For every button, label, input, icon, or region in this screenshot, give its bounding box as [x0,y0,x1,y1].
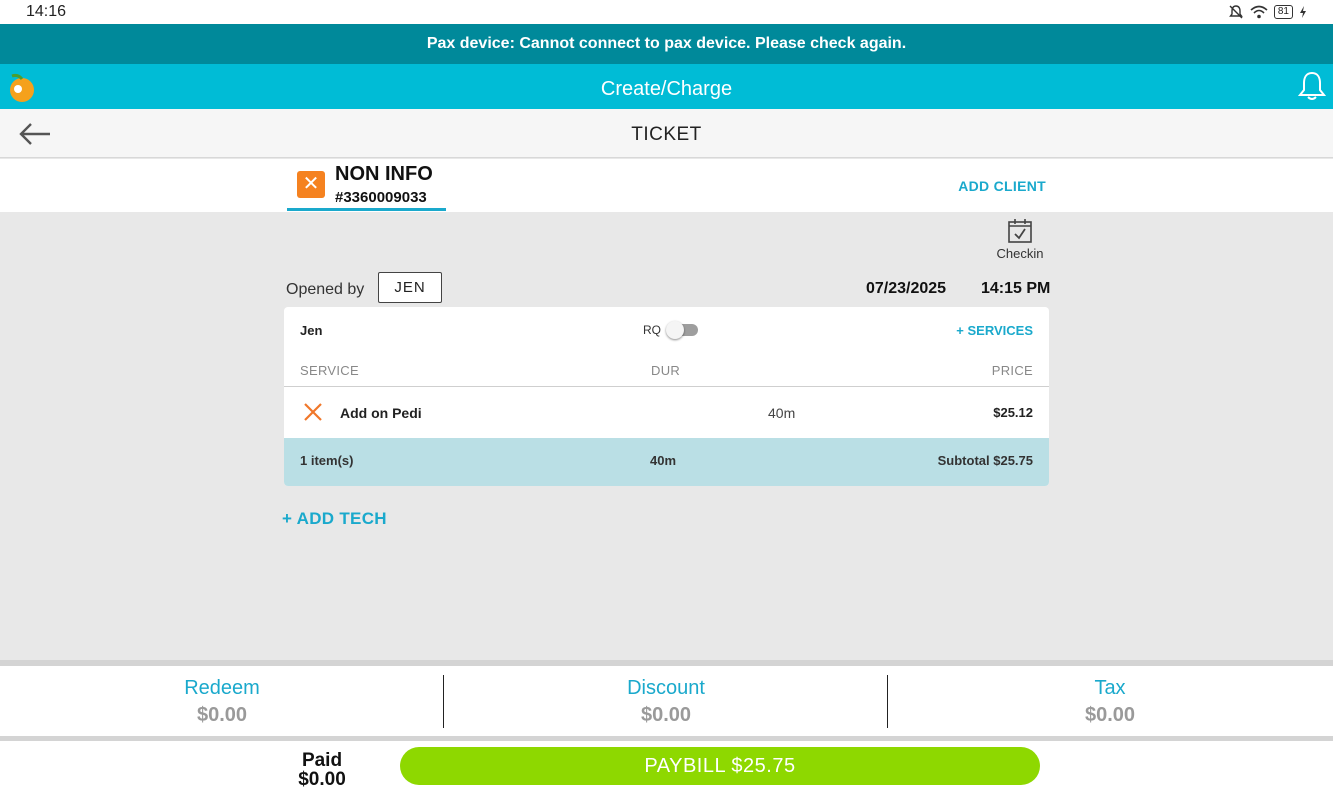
tax-label: Tax [1094,677,1126,699]
service-name: Add on Pedi [340,405,422,421]
tax-section[interactable]: Tax $0.00 [888,666,1332,736]
wifi-icon [1250,5,1268,19]
ticket-date: 07/23/2025 [866,280,947,297]
rq-toggle[interactable] [666,321,700,339]
page-title: TICKET [631,124,702,145]
client-tab[interactable]: ✕ NON INFO #3360009033 [287,159,446,211]
paid-value: $0.00 [298,769,346,790]
status-time: 14:16 [26,3,67,20]
service-price: $25.12 [993,405,1033,420]
redeem-label: Redeem [184,677,260,699]
ticket-header: TICKET [0,109,1333,158]
redeem-section[interactable]: Redeem $0.00 [0,666,444,736]
status-bar: 14:16 81 [0,0,1333,24]
silent-icon [1228,5,1243,19]
service-duration: 40m [768,405,796,421]
payment-bar: Paid $0.00 PAYBILL $25.75 [0,741,1333,800]
total-duration: 40m [650,453,677,468]
bell-icon[interactable] [1297,70,1327,107]
client-number: #3360009033 [335,189,427,206]
discount-section[interactable]: Discount $0.00 [444,666,888,736]
opened-by-button[interactable]: JEN [378,272,442,303]
tech-name[interactable]: Jen [300,323,322,338]
battery-icon: 81 [1273,5,1293,19]
card-summary-row: 1 item(s) 40m Subtotal $25.75 [284,438,1049,486]
remove-service-icon[interactable] [302,401,324,428]
checkin-button[interactable]: Checkin [990,218,1050,261]
item-count: 1 item(s) [300,453,354,468]
opened-by-label: Opened by [286,281,365,298]
discount-label: Discount [627,677,705,699]
app-title: Create/Charge [600,78,733,100]
paid-label: Paid [301,750,343,771]
rq-toggle-knob [666,321,684,339]
discount-value: $0.00 [640,704,692,726]
client-name: NON INFO [335,163,433,185]
rq-label: RQ [643,323,661,337]
card-subtotal: Subtotal $25.75 [937,453,1033,468]
tax-value: $0.00 [1084,704,1136,726]
column-header-dur: DUR [651,363,681,378]
system-icons: 81 [1228,4,1307,20]
add-client-button[interactable]: ADD CLIENT [958,178,1046,194]
paybill-button[interactable]: PAYBILL $25.75 [400,747,1040,785]
add-services-button[interactable]: + SERVICES [956,323,1033,338]
header-divider [284,386,1049,387]
charging-icon [1300,6,1306,18]
ticket-time: 14:15 PM [981,280,1051,297]
client-bar: ✕ NON INFO #3360009033 ADD CLIENT [0,159,1333,212]
add-tech-button[interactable]: + ADD TECH [282,509,387,529]
summary-bar: Redeem $0.00 Discount $0.00 Tax $0.00 [0,666,1333,736]
column-header-service: SERVICE [300,363,359,378]
calendar-check-icon [1008,219,1032,243]
checkin-label: Checkin [996,246,1044,261]
pax-alert-banner: Pax device: Cannot connect to pax device… [0,24,1333,64]
redeem-value: $0.00 [196,704,248,726]
column-header-price: PRICE [991,363,1033,378]
tech-service-card: Jen RQ + SERVICES SERVICE DUR PRICE Add … [284,307,1049,486]
app-bar: Create/Charge [0,64,1333,109]
paid-summary: Paid $0.00 [282,751,362,789]
remove-client-icon[interactable]: ✕ [297,171,325,198]
